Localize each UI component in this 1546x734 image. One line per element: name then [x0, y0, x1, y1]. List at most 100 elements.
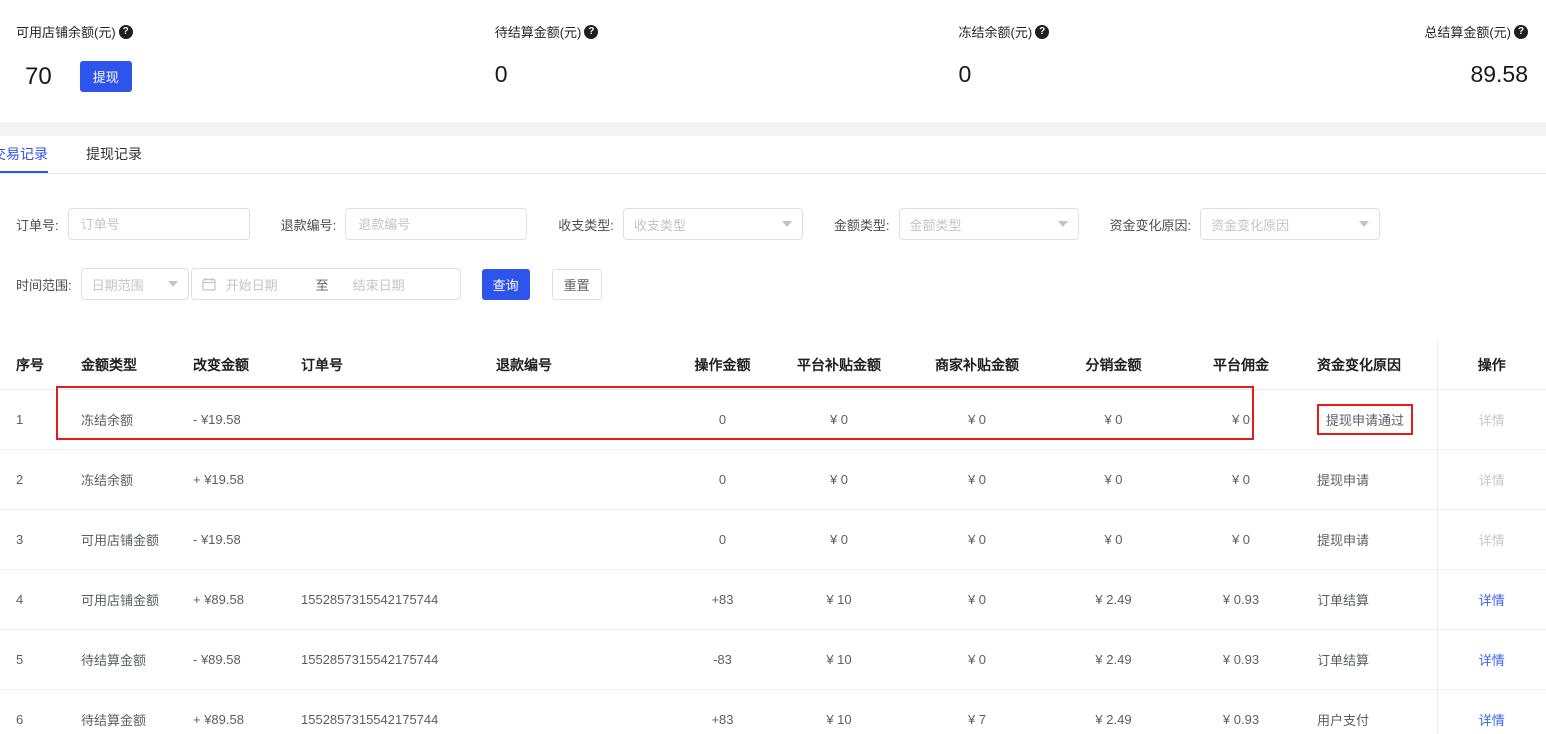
cell-platform-subsidy: ¥ 10: [770, 690, 908, 734]
filter-row-2: 时间范围: 日期范围: [0, 268, 1546, 300]
filter-area: 订单号: 退款编号: 收支类型: 收支类型 金额类型:: [0, 174, 1546, 300]
tab-transaction-records[interactable]: 交易记录: [0, 136, 48, 173]
cell-platform-commission: ¥ 0: [1181, 510, 1301, 570]
income-type-placeholder: 收支类型: [634, 215, 686, 234]
cell-amount-type: 可用店铺金额: [65, 510, 177, 570]
cell-refund-no: [480, 390, 675, 450]
header-platform-commission: 平台佣金: [1181, 341, 1301, 390]
cell-seq: 5: [0, 630, 65, 690]
help-icon[interactable]: [1035, 25, 1049, 39]
reset-button[interactable]: 重置: [552, 269, 602, 300]
tab-withdrawal-records[interactable]: 提现记录: [86, 136, 142, 173]
cell-merchant-subsidy: ¥ 7: [908, 690, 1046, 734]
amount-type-placeholder: 金额类型: [910, 215, 962, 234]
chevron-down-icon: [1359, 221, 1369, 227]
cell-order-no: 1552857315542175744: [285, 690, 480, 734]
chevron-down-icon: [1058, 221, 1068, 227]
pending-settlement-label: 待结算金额(元): [495, 22, 582, 41]
cell-change-reason: 提现申请: [1301, 450, 1437, 510]
cell-change-reason: 提现申请通过: [1301, 390, 1437, 450]
frozen-balance-label: 冻结余额(元): [959, 22, 1033, 41]
date-range-type-select[interactable]: 日期范围: [81, 268, 189, 300]
cell-amount-type: 待结算金额: [65, 690, 177, 734]
calendar-icon: [202, 277, 216, 291]
total-settlement-label: 总结算金额(元): [1424, 22, 1511, 41]
cell-platform-commission: ¥ 0.93: [1181, 630, 1301, 690]
cell-distribution-amount: ¥ 0: [1046, 510, 1181, 570]
search-button[interactable]: 查询: [482, 269, 530, 300]
cell-change-reason: 订单结算: [1301, 570, 1437, 630]
finance-page: 可用店铺余额(元) 70 提现 待结算金额(元) 0 冻结余额(元): [0, 0, 1546, 734]
end-date-placeholder: 结束日期: [353, 275, 405, 294]
cell-distribution-amount: ¥ 0: [1046, 450, 1181, 510]
header-operation-amount: 操作金额: [675, 341, 770, 390]
cell-merchant-subsidy: ¥ 0: [908, 390, 1046, 450]
cell-order-no: [285, 450, 480, 510]
available-balance-label: 可用店铺余额(元): [16, 22, 116, 41]
cell-change-reason: 提现申请: [1301, 510, 1437, 570]
cell-change-amount: + ¥89.58: [177, 570, 285, 630]
transactions-table: 序号金额类型改变金额订单号退款编号操作金额平台补贴金额商家补贴金额分销金额平台佣…: [0, 341, 1546, 734]
frozen-balance-value: 0: [959, 61, 972, 88]
annotation-reason-box: 提现申请通过: [1317, 404, 1413, 435]
header-change-reason: 资金变化原因: [1301, 341, 1437, 390]
header-merchant-subsidy: 商家补贴金额: [908, 341, 1046, 390]
summary-card-pending-settlement: 待结算金额(元) 0: [495, 22, 959, 122]
help-icon[interactable]: [119, 25, 133, 39]
cell-operation-amount: 0: [675, 450, 770, 510]
cell-platform-commission: ¥ 0.93: [1181, 570, 1301, 630]
cell-order-no: 1552857315542175744: [285, 630, 480, 690]
detail-link[interactable]: 详情: [1479, 413, 1505, 428]
change-reason-select[interactable]: 资金变化原因: [1200, 208, 1380, 240]
cell-platform-commission: ¥ 0.93: [1181, 690, 1301, 734]
cell-amount-type: 待结算金额: [65, 630, 177, 690]
table-header-row: 序号金额类型改变金额订单号退款编号操作金额平台补贴金额商家补贴金额分销金额平台佣…: [0, 341, 1546, 390]
header-order-no: 订单号: [285, 341, 480, 390]
amount-type-select[interactable]: 金额类型: [899, 208, 1079, 240]
detail-link[interactable]: 详情: [1479, 713, 1505, 728]
filter-row-1: 订单号: 退款编号: 收支类型: 收支类型 金额类型:: [0, 208, 1546, 240]
summary-card-total-settlement: 总结算金额(元) 89.58: [1422, 22, 1546, 122]
date-range-picker[interactable]: 开始日期 至 结束日期: [191, 268, 461, 300]
cell-actions: 详情: [1437, 630, 1546, 690]
cell-operation-amount: 0: [675, 510, 770, 570]
detail-link[interactable]: 详情: [1479, 533, 1505, 548]
detail-link[interactable]: 详情: [1479, 593, 1505, 608]
cell-merchant-subsidy: ¥ 0: [908, 450, 1046, 510]
help-icon[interactable]: [1514, 25, 1528, 39]
table-row: 6待结算金额+ ¥89.581552857315542175744+83¥ 10…: [0, 690, 1546, 734]
cell-actions: 详情: [1437, 510, 1546, 570]
section-divider: [0, 122, 1546, 136]
income-type-label: 收支类型:: [558, 215, 614, 234]
withdraw-button[interactable]: 提现: [80, 61, 132, 92]
cell-platform-commission: ¥ 0: [1181, 450, 1301, 510]
order-no-input[interactable]: [68, 208, 250, 240]
cell-order-no: [285, 510, 480, 570]
cell-actions: 详情: [1437, 450, 1546, 510]
cell-order-no: 1552857315542175744: [285, 570, 480, 630]
cell-refund-no: [480, 690, 675, 734]
table-row: 1冻结余额- ¥19.580¥ 0¥ 0¥ 0¥ 0提现申请通过详情: [0, 390, 1546, 450]
pending-settlement-value: 0: [495, 61, 508, 88]
cell-seq: 6: [0, 690, 65, 734]
header-refund-no: 退款编号: [480, 341, 675, 390]
cell-platform-commission: ¥ 0: [1181, 390, 1301, 450]
header-change-amount: 改变金额: [177, 341, 285, 390]
table-row: 4可用店铺金额+ ¥89.581552857315542175744+83¥ 1…: [0, 570, 1546, 630]
cell-distribution-amount: ¥ 2.49: [1046, 570, 1181, 630]
cell-seq: 2: [0, 450, 65, 510]
summary-card-frozen-balance: 冻结余额(元) 0: [959, 22, 1423, 122]
detail-link[interactable]: 详情: [1479, 473, 1505, 488]
refund-no-input[interactable]: [345, 208, 527, 240]
cell-operation-amount: +83: [675, 570, 770, 630]
cell-seq: 1: [0, 390, 65, 450]
cell-change-amount: - ¥89.58: [177, 630, 285, 690]
detail-link[interactable]: 详情: [1479, 653, 1505, 668]
income-type-select[interactable]: 收支类型: [623, 208, 803, 240]
help-icon[interactable]: [584, 25, 598, 39]
cell-platform-subsidy: ¥ 0: [770, 450, 908, 510]
summary-card-available-balance: 可用店铺余额(元) 70 提现: [0, 22, 495, 122]
cell-platform-subsidy: ¥ 10: [770, 570, 908, 630]
balance-summary: 可用店铺余额(元) 70 提现 待结算金额(元) 0 冻结余额(元): [0, 0, 1546, 122]
cell-change-amount: + ¥89.58: [177, 690, 285, 734]
